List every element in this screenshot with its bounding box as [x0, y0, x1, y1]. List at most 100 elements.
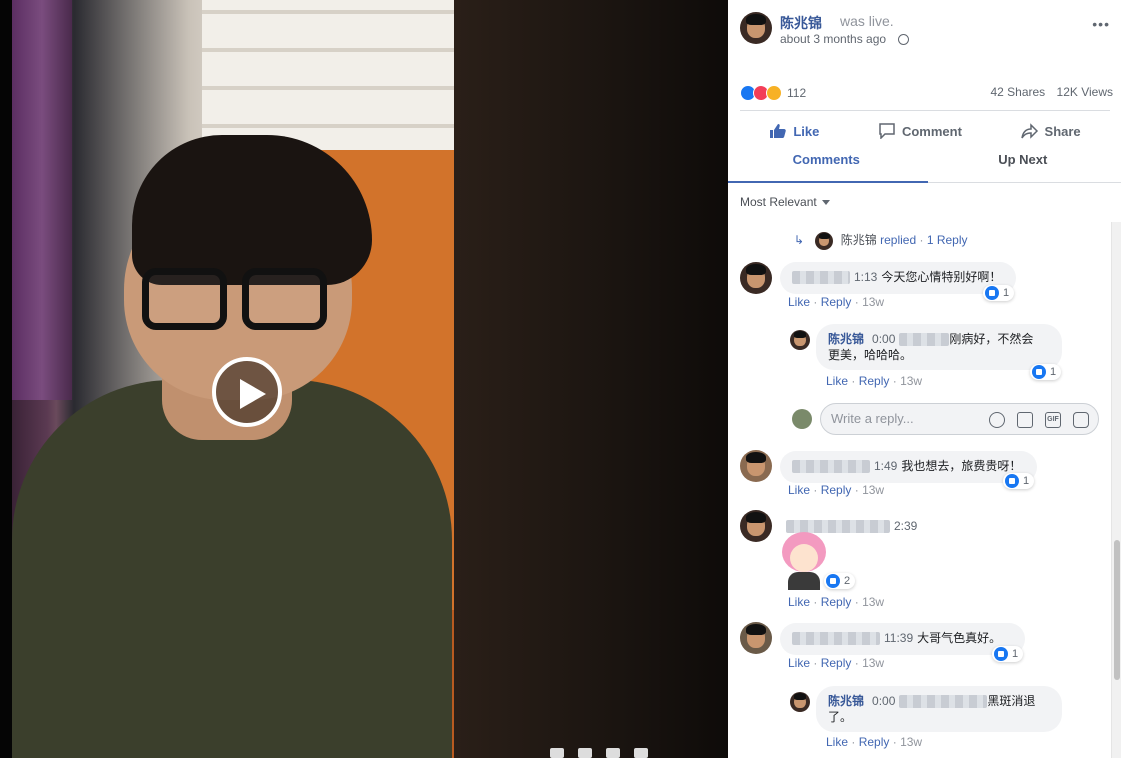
- scrollbar-thumb[interactable]: [1114, 540, 1120, 680]
- video-letterbox: [0, 0, 12, 758]
- reply-text: 黑斑消退: [987, 694, 1036, 708]
- more-dots-icon[interactable]: •••: [1092, 16, 1110, 32]
- author-name[interactable]: 陈兆锦: [780, 13, 822, 33]
- redacted-mention: [899, 333, 950, 347]
- post-actions: Like Comment Share: [740, 118, 1110, 144]
- redacted-name: [792, 271, 850, 285]
- commenter-avatar[interactable]: [740, 510, 772, 542]
- reply-like-count[interactable]: 1: [1030, 364, 1062, 380]
- reply-arrow-icon: ↳: [794, 233, 805, 247]
- reaction-count: 112: [787, 86, 807, 100]
- comments-list: ↳ 陈兆锦 replied · 1 Reply 1:13 今天您心情特别好啊！ 1…: [728, 222, 1111, 758]
- comment-age: 13w: [855, 656, 884, 670]
- comment-button[interactable]: Comment: [878, 118, 962, 144]
- current-user-avatar: [792, 409, 812, 429]
- comment-like-count[interactable]: 1: [983, 285, 1015, 301]
- post-stats: 42 Shares 12K Views: [990, 85, 1113, 99]
- comment-like-count[interactable]: 1: [992, 646, 1024, 662]
- comment-text: 我也想去，旅费贵呀！: [901, 459, 1022, 473]
- reply-like-link[interactable]: Like: [826, 735, 848, 749]
- replier-avatar[interactable]: [790, 692, 810, 712]
- comment-bubble: 11:39 大哥气色真好。: [780, 623, 1025, 655]
- thumbs-up-icon: [770, 124, 787, 138]
- reply-actions: Like Reply 13w: [826, 374, 922, 388]
- reply-input-box[interactable]: GIF: [820, 403, 1099, 435]
- reply-age: 13w: [893, 735, 922, 749]
- author-avatar[interactable]: [740, 12, 772, 44]
- settings-icon[interactable]: [550, 748, 564, 758]
- replier-name[interactable]: 陈兆锦: [828, 332, 864, 346]
- emoji-icon[interactable]: [989, 412, 1005, 428]
- reactions-summary[interactable]: 112: [740, 84, 806, 102]
- thumbs-up-icon: [994, 647, 1008, 661]
- caption-icon[interactable]: [578, 748, 592, 758]
- reply-text-continued: 更美，哈哈哈。: [828, 348, 913, 362]
- comment-reply-link[interactable]: Reply: [813, 595, 851, 609]
- replier-name[interactable]: 陈兆锦: [828, 694, 864, 708]
- comments-scrollbar[interactable]: [1111, 222, 1121, 758]
- reply-like-link[interactable]: Like: [826, 374, 848, 388]
- reply-text: 刚病好，不然会: [949, 332, 1034, 346]
- speech-bubble-icon: [879, 123, 895, 139]
- video-timestamp: 2:39: [894, 519, 918, 533]
- sticker-icon[interactable]: [1073, 412, 1089, 428]
- comment-bubble: 1:49 我也想去，旅费贵呀！: [780, 451, 1037, 483]
- share-button[interactable]: Share: [1020, 118, 1081, 144]
- person-glasses: [142, 268, 332, 338]
- video-timestamp: 1:49: [874, 459, 898, 473]
- volume-icon[interactable]: [634, 748, 648, 758]
- haha-reaction-icon: [766, 85, 782, 101]
- replier-avatar[interactable]: [790, 330, 810, 350]
- sort-dropdown[interactable]: Most Relevant: [740, 195, 830, 209]
- comment-text: 今天您心情特别好啊！: [881, 270, 1002, 284]
- globe-icon: [898, 34, 909, 45]
- video-controls[interactable]: [550, 748, 720, 758]
- video-player[interactable]: [0, 0, 728, 758]
- sticker-image[interactable]: [780, 532, 828, 590]
- comment-like-link[interactable]: Like: [788, 483, 810, 497]
- facebook-video-viewer: 陈兆锦 was live. about 3 months ago ••• 112…: [0, 0, 1121, 758]
- comment-like-count[interactable]: 1: [1003, 473, 1035, 489]
- post-timestamp[interactable]: about 3 months ago: [780, 32, 886, 46]
- comment-actions: Like Reply 13w: [788, 656, 884, 670]
- tab-comments[interactable]: Comments: [728, 146, 928, 183]
- comment-like-count[interactable]: 2: [824, 573, 856, 589]
- video-timestamp: 0:00: [872, 694, 896, 708]
- reply-input[interactable]: [831, 411, 981, 426]
- thumbs-up-icon: [1032, 365, 1046, 379]
- commenter-avatar[interactable]: [740, 262, 772, 294]
- comment-reply-link[interactable]: Reply: [813, 295, 851, 309]
- commenter-avatar[interactable]: [740, 450, 772, 482]
- reply-actions: Like Reply 13w: [826, 735, 922, 749]
- comment-like-link[interactable]: Like: [788, 295, 810, 309]
- reply-age: 13w: [893, 374, 922, 388]
- reply-reply-link[interactable]: Reply: [851, 374, 889, 388]
- tab-up-next[interactable]: Up Next: [925, 146, 1121, 182]
- reply-bubble: 陈兆锦 0:00 刚病好，不然会 更美，哈哈哈。: [816, 324, 1062, 370]
- reply-summary[interactable]: ↳ 陈兆锦 replied · 1 Reply: [794, 231, 968, 250]
- chevron-down-icon: [821, 200, 830, 206]
- thumbs-up-icon: [985, 286, 999, 300]
- share-arrow-icon: [1020, 123, 1038, 139]
- like-button[interactable]: Like: [769, 118, 819, 144]
- play-button[interactable]: [212, 357, 282, 427]
- view-count: 12K Views: [1056, 85, 1113, 99]
- reply-reply-link[interactable]: Reply: [851, 735, 889, 749]
- reply-summary-verb: replied: [880, 233, 917, 247]
- commenter-avatar[interactable]: [740, 622, 772, 654]
- share-count[interactable]: 42 Shares: [990, 85, 1045, 99]
- camera-icon[interactable]: [1017, 412, 1033, 428]
- redacted-mention: [899, 695, 988, 709]
- video-timestamp: 0:00: [872, 332, 896, 346]
- comment-age: 13w: [855, 295, 884, 309]
- comment-like-link[interactable]: Like: [788, 656, 810, 670]
- fullscreen-icon[interactable]: [606, 748, 620, 758]
- comment-like-link[interactable]: Like: [788, 595, 810, 609]
- comment-age: 13w: [855, 483, 884, 497]
- comment-actions: Like Reply 13w: [788, 595, 884, 609]
- video-timestamp: 1:13: [854, 270, 878, 284]
- comment-reply-link[interactable]: Reply: [813, 483, 851, 497]
- reply-text-continued: 了。: [828, 710, 853, 724]
- gif-icon[interactable]: GIF: [1045, 412, 1061, 428]
- comment-reply-link[interactable]: Reply: [813, 656, 851, 670]
